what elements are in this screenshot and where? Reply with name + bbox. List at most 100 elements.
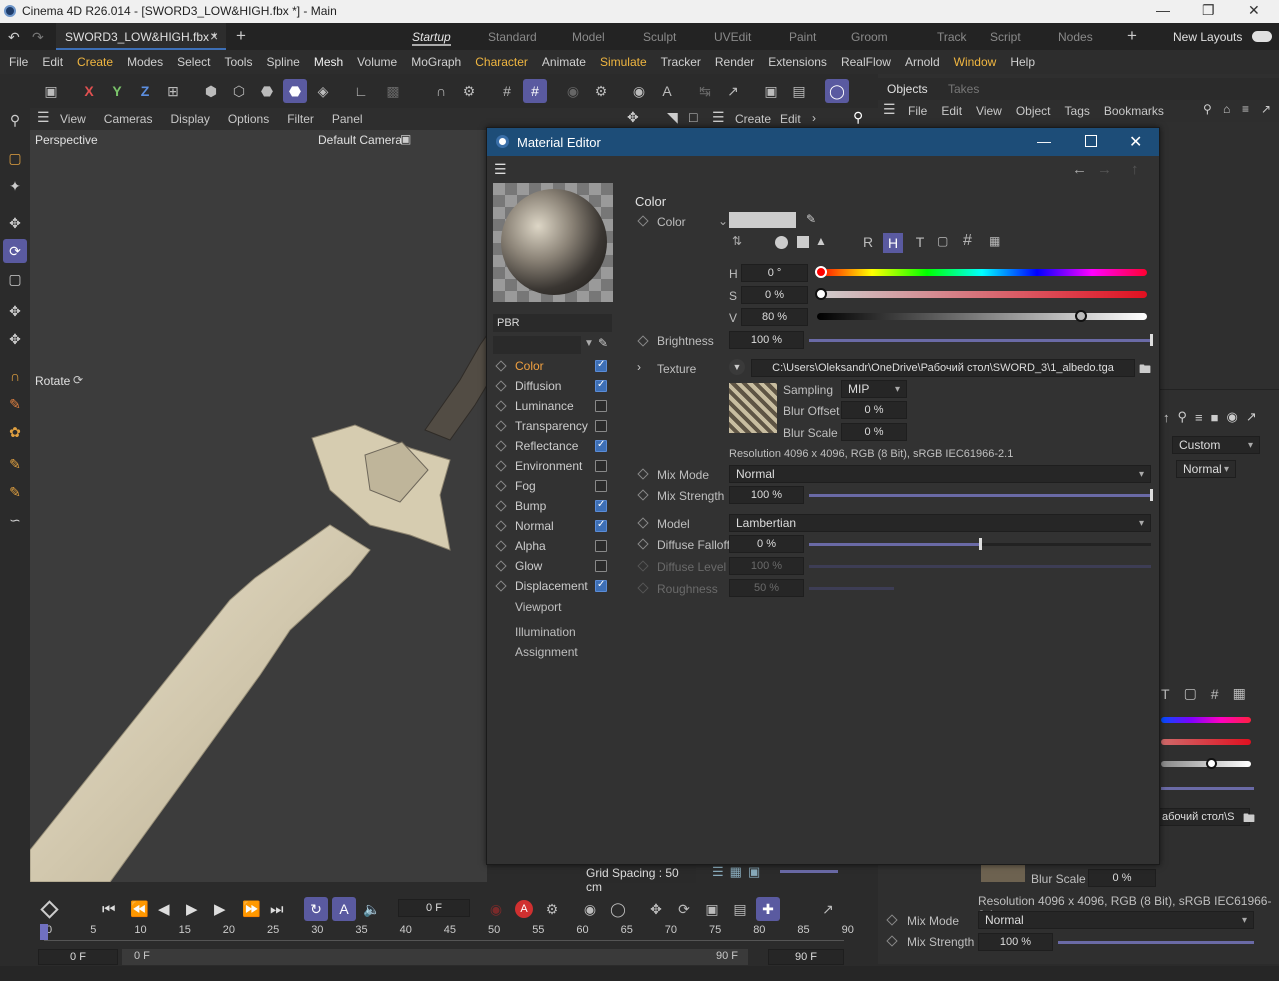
end-frame-field[interactable]: 90 F: [768, 949, 844, 965]
spline-tool-icon[interactable]: ∽: [3, 508, 27, 532]
tab-layout-7[interactable]: Track: [937, 30, 967, 44]
blur-offset-field[interactable]: 0 %: [841, 401, 907, 419]
menu-file[interactable]: File: [9, 55, 28, 69]
me-up-icon[interactable]: ↑: [1131, 161, 1139, 178]
viewport-toggle-icon[interactable]: □: [689, 109, 697, 125]
minimize-icon[interactable]: —: [1156, 2, 1170, 18]
mix-strength-field[interactable]: 100 %: [729, 486, 804, 504]
color-swatch[interactable]: [729, 212, 796, 228]
diffuse-falloff-handle[interactable]: [979, 538, 982, 550]
edges-mode-icon[interactable]: ⬡: [227, 79, 251, 103]
extrude-tool-icon[interactable]: ✥: [3, 327, 27, 351]
attribute-mix-strength-field[interactable]: 100 %: [978, 933, 1053, 951]
texture-menu-button[interactable]: ▼: [729, 359, 745, 375]
snap-icon[interactable]: ∩: [429, 79, 453, 103]
channel-checkbox[interactable]: [595, 400, 607, 412]
create-menu[interactable]: Create: [735, 112, 771, 126]
brightness-field[interactable]: 100 %: [729, 331, 804, 349]
tab-layout-0[interactable]: Startup: [412, 30, 451, 46]
channel-search-dropdown-icon[interactable]: ▼: [584, 338, 594, 349]
grid-snap-icon[interactable]: #: [523, 79, 547, 103]
attribute-hue-bar[interactable]: [1161, 717, 1251, 723]
material-name-field[interactable]: PBR: [493, 314, 612, 332]
menu-mograph[interactable]: MoGraph: [411, 55, 461, 69]
frame-icon[interactable]: ↹: [693, 79, 717, 103]
channel-luminance[interactable]: Luminance: [495, 396, 607, 416]
sound-icon[interactable]: 🔈: [360, 897, 384, 921]
play-icon[interactable]: ▶: [186, 900, 214, 918]
key-pla-icon[interactable]: ✚: [756, 897, 780, 921]
key-param-icon[interactable]: ▤: [728, 897, 752, 921]
saturation-bar[interactable]: [817, 291, 1147, 298]
value-field[interactable]: 80 %: [741, 308, 808, 326]
channel-environment[interactable]: Environment: [495, 456, 607, 476]
key-rotation-icon[interactable]: ◯: [606, 897, 630, 921]
mode-mixer-icon[interactable]: ▢: [937, 234, 948, 248]
menu-extensions[interactable]: Extensions: [768, 55, 827, 69]
menu-tracker[interactable]: Tracker: [661, 55, 701, 69]
channel-illumination[interactable]: Illumination: [515, 625, 576, 639]
key-settings-icon[interactable]: ⚙: [540, 897, 564, 921]
attribute-brightness-slider[interactable]: [1161, 787, 1254, 790]
zoom-view-icon[interactable]: ◥: [667, 109, 678, 126]
add-layout-icon[interactable]: +: [1127, 26, 1137, 46]
me-forward-icon[interactable]: →: [1097, 161, 1112, 178]
mix-strength-keyframe[interactable]: [637, 489, 649, 501]
prev-key-icon[interactable]: ⏪: [130, 900, 158, 918]
texture-path-field[interactable]: C:\Users\Oleksandr\OneDrive\Рабочий стол…: [751, 359, 1135, 377]
diffuse-falloff-slider[interactable]: [809, 543, 981, 546]
menu-character[interactable]: Character: [475, 55, 528, 69]
objects-menu-view[interactable]: View: [976, 104, 1002, 118]
rotate-tool-icon[interactable]: ⟳: [3, 239, 27, 263]
prev-frame-icon[interactable]: ◀: [158, 900, 186, 918]
menu-tools[interactable]: Tools: [224, 55, 252, 69]
redo-icon[interactable]: ↷: [32, 29, 44, 46]
render-settings-icon[interactable]: ⚙: [589, 79, 613, 103]
menu-edit[interactable]: Edit: [42, 55, 63, 69]
tab-takes[interactable]: Takes: [948, 82, 979, 96]
attribute-mix-mode-select[interactable]: Normal: [978, 911, 1254, 929]
me-maximize-icon[interactable]: [1085, 135, 1097, 147]
viewport[interactable]: Perspective Default Camera ▣ Rotate ⟳: [30, 130, 487, 882]
viewport-menu-panel[interactable]: Panel: [332, 112, 363, 126]
model-keyframe[interactable]: [637, 517, 649, 529]
range-bar[interactable]: 0 F 90 F: [122, 949, 748, 965]
next-frame-icon[interactable]: ▶: [214, 900, 242, 918]
mix-strength-slider[interactable]: [809, 494, 1151, 497]
interactive-render-icon[interactable]: ◯: [825, 79, 849, 103]
next-key-icon[interactable]: ⏩: [242, 900, 270, 918]
axis-z-lock[interactable]: Z: [133, 79, 157, 103]
viewport-menu-options[interactable]: Options: [228, 112, 269, 126]
tab-layout-9[interactable]: Nodes: [1058, 30, 1093, 44]
sculpt-tool-icon[interactable]: ✿: [3, 420, 27, 444]
edit-menu[interactable]: Edit: [780, 112, 801, 126]
search-icon[interactable]: ⚲: [3, 108, 27, 132]
texture-expand-icon[interactable]: ›: [637, 360, 641, 374]
attribute-normal-select[interactable]: Normal: [1176, 460, 1236, 478]
sampling-select[interactable]: MIP: [841, 380, 907, 398]
pen-tool-icon[interactable]: ✎: [3, 480, 27, 504]
snap-settings-icon[interactable]: ⚙: [457, 79, 481, 103]
tweak-tool-icon[interactable]: ✦: [3, 174, 27, 198]
channel-diffusion[interactable]: Diffusion: [495, 376, 607, 396]
record-disabled-icon[interactable]: ◉: [484, 897, 508, 921]
attribute-mix-strength-slider[interactable]: [1058, 941, 1254, 944]
mode-swatch-icon[interactable]: ▦: [1233, 685, 1246, 702]
hue-bar[interactable]: [817, 269, 1147, 276]
menu-window[interactable]: Window: [954, 55, 997, 69]
menu-spline[interactable]: Spline: [266, 55, 299, 69]
color-expand-icon[interactable]: ⌄: [718, 214, 728, 228]
channel-bump[interactable]: Bump: [495, 496, 607, 516]
value-bar[interactable]: [817, 313, 1147, 320]
color-image-icon[interactable]: ▲: [815, 234, 827, 248]
tab-layout-4[interactable]: UVEdit: [714, 30, 751, 44]
channel-checkbox[interactable]: [595, 519, 607, 532]
color-wheel-icon[interactable]: [775, 236, 788, 249]
me-back-icon[interactable]: ←: [1072, 161, 1087, 178]
diffuse-falloff-field[interactable]: 0 %: [729, 535, 804, 553]
menu-help[interactable]: Help: [1010, 55, 1035, 69]
start-frame-field[interactable]: 0 F: [38, 949, 118, 965]
channel-checkbox[interactable]: [595, 379, 607, 392]
me-menu-icon[interactable]: ☰: [494, 161, 507, 178]
color-swap-icon[interactable]: ⇅: [732, 234, 742, 248]
